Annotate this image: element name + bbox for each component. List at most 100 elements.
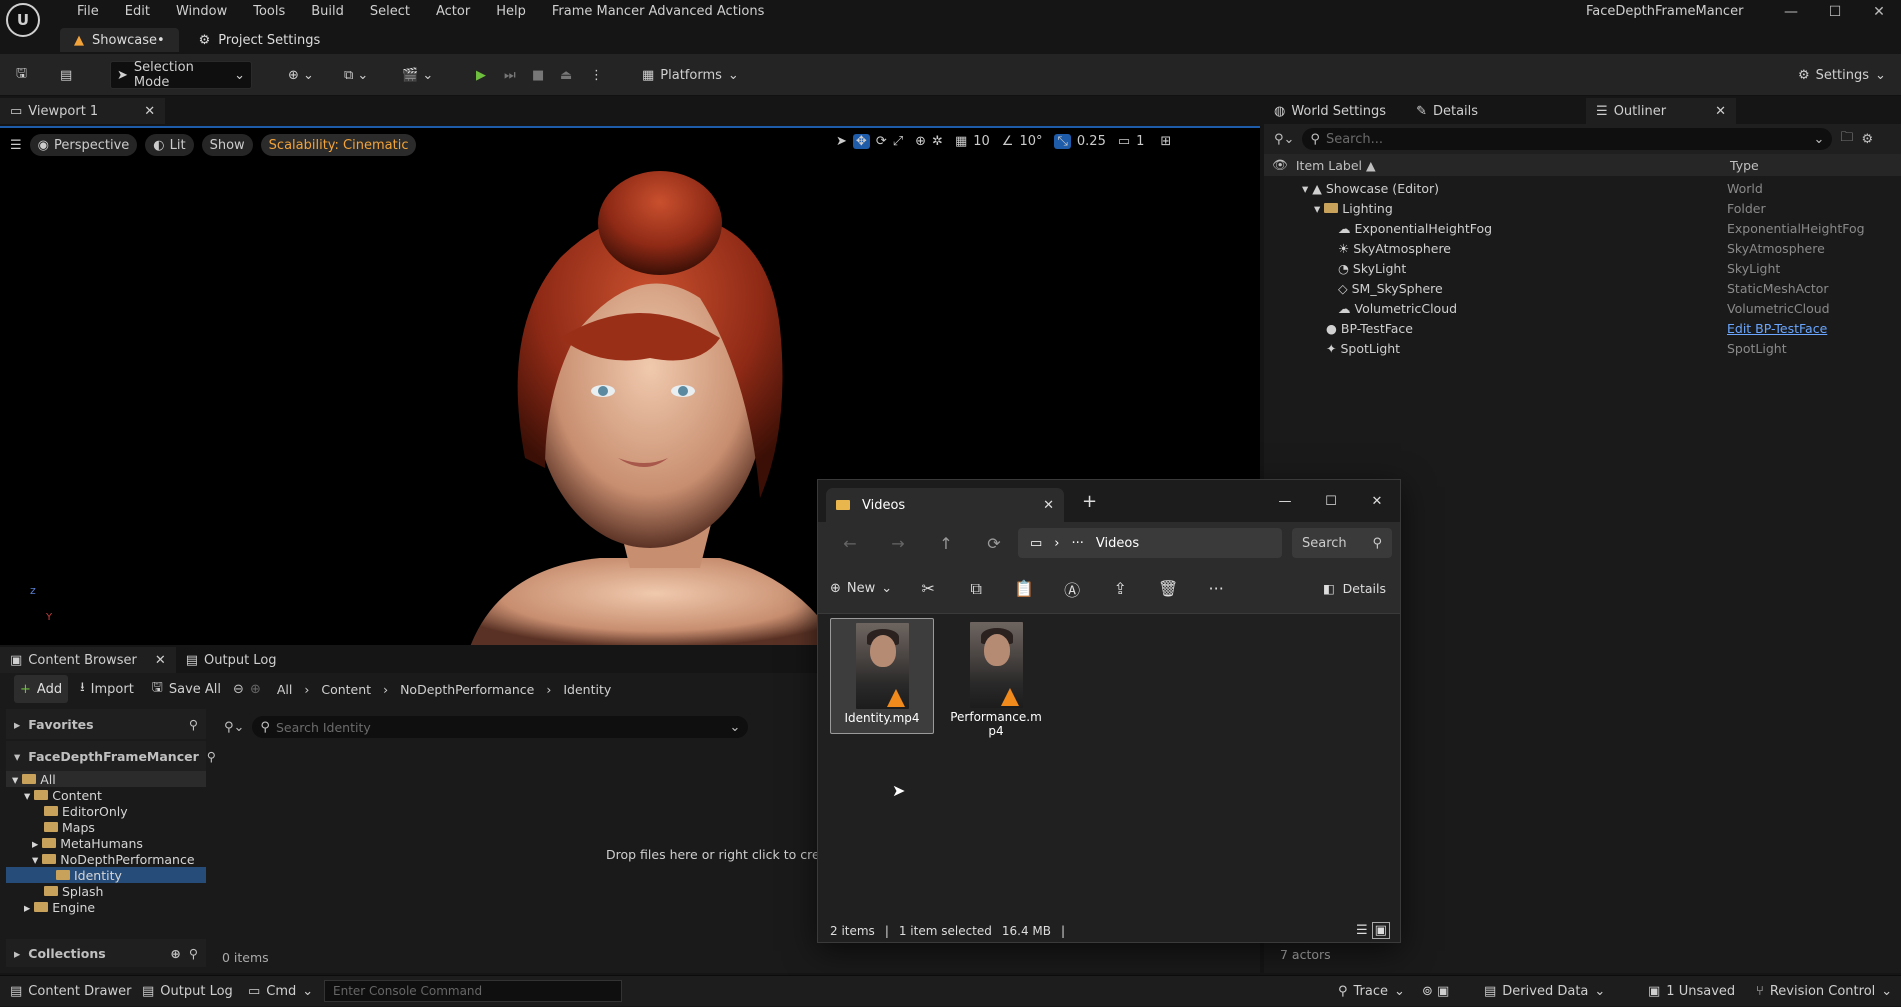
filter-icon[interactable]: ⚲⌄ xyxy=(1274,132,1294,147)
up-arrow-icon[interactable]: ↑ xyxy=(922,534,970,553)
angle-snap-icon[interactable]: ∠ xyxy=(1002,134,1014,149)
edit-blueprint-link[interactable]: Edit BP-TestFace xyxy=(1727,321,1827,336)
eject-button[interactable]: ⏏ xyxy=(554,61,578,89)
delete-icon[interactable]: 🗑 xyxy=(1144,579,1192,598)
unreal-logo-icon[interactable]: U xyxy=(6,3,40,37)
tree-item-nodepthperformance[interactable]: ▾ NoDepthPerformance xyxy=(6,851,206,867)
column-type[interactable]: Type xyxy=(1730,158,1759,173)
trace-dropdown[interactable]: ⚲ Trace ⌄ xyxy=(1338,976,1405,1007)
rotate-tool-icon[interactable]: ⟳ xyxy=(876,134,887,149)
favorites-section[interactable]: ▸ Favorites ⚲ xyxy=(6,709,206,739)
breadcrumb-item[interactable]: NoDepthPerformance xyxy=(400,682,534,697)
visibility-icon[interactable]: 👁 xyxy=(1272,157,1288,173)
forward-arrow-icon[interactable]: → xyxy=(874,534,922,553)
search-icon[interactable]: ⚲ xyxy=(207,749,216,764)
scale-tool-icon[interactable]: ⤢ xyxy=(893,134,903,149)
tab-content-browser[interactable]: ▣ Content Browser ✕ xyxy=(0,647,176,673)
outliner-row[interactable]: ◔ SkyLight SkyLight xyxy=(1264,258,1901,278)
tree-item-splash[interactable]: Splash xyxy=(6,883,206,899)
camera-speed-value[interactable]: 1 xyxy=(1136,134,1144,149)
tree-item-maps[interactable]: Maps xyxy=(6,819,206,835)
show-button[interactable]: Show xyxy=(201,134,253,156)
layout-icon[interactable]: ⊞ xyxy=(1160,134,1171,149)
translate-tool-icon[interactable]: ✥ xyxy=(852,134,870,149)
explorer-search[interactable]: Search ⚲ xyxy=(1292,528,1392,558)
tree-item-all[interactable]: ▾ All xyxy=(6,771,206,787)
search-icon[interactable]: ⚲ xyxy=(189,946,198,961)
new-tab-icon[interactable]: + xyxy=(1082,491,1097,512)
save-all-button[interactable]: 🖫 Save All xyxy=(146,675,227,703)
outliner-row[interactable]: ◇ SM_SkySphere StaticMeshActor xyxy=(1264,278,1901,298)
tab-viewport[interactable]: ▭ Viewport 1 ✕ xyxy=(0,98,166,124)
cut-icon[interactable]: ✂ xyxy=(904,579,952,598)
world-local-icon[interactable]: ⊕ xyxy=(915,134,926,149)
menu-select[interactable]: Select xyxy=(357,4,423,19)
camera-speed-icon[interactable]: ▭ xyxy=(1118,134,1130,149)
minimize-icon[interactable]: — xyxy=(1769,0,1813,24)
blueprint-button[interactable]: ⧉ ⌄ xyxy=(338,61,374,89)
search-icon[interactable]: ⚲ xyxy=(189,717,198,732)
maximize-icon[interactable]: ☐ xyxy=(1813,0,1857,24)
explorer-tab-videos[interactable]: Videos ✕ xyxy=(826,488,1064,522)
cinematics-button[interactable]: 🎬 ⌄ xyxy=(396,61,439,89)
surface-snap-icon[interactable]: ✲ xyxy=(932,134,943,149)
back-arrow-icon[interactable]: ← xyxy=(826,534,874,553)
forward-icon[interactable]: ⊕ xyxy=(250,682,261,697)
outliner-row[interactable]: ● BP-TestFace Edit BP-TestFace xyxy=(1264,318,1901,338)
grid-value[interactable]: 10 xyxy=(973,134,990,149)
tab-project-settings[interactable]: ⚙ Project Settings xyxy=(185,28,335,52)
scale-snap-icon[interactable]: ⤡ xyxy=(1054,134,1071,149)
menu-build[interactable]: Build xyxy=(298,4,357,19)
console-input[interactable]: Enter Console Command xyxy=(324,980,622,1002)
tab-details[interactable]: ✎ Details xyxy=(1406,98,1488,124)
details-button[interactable]: ◧ Details xyxy=(1323,581,1386,596)
derived-data-dropdown[interactable]: ▤ Derived Data ⌄ xyxy=(1484,976,1605,1007)
outliner-row[interactable]: ✦ SpotLight SpotLight xyxy=(1264,338,1901,358)
menu-help[interactable]: Help xyxy=(483,4,539,19)
add-folder-icon[interactable]: 🗀 xyxy=(1840,128,1853,150)
breadcrumb-item[interactable]: All xyxy=(277,682,293,697)
close-icon[interactable]: ✕ xyxy=(1715,104,1726,119)
copy-icon[interactable]: ⧉ xyxy=(952,579,1000,599)
settings-dropdown[interactable]: ⚙ Settings ⌄ xyxy=(1792,61,1892,89)
close-icon[interactable]: ✕ xyxy=(1354,494,1400,509)
unsaved-button[interactable]: ▣ 1 Unsaved xyxy=(1648,976,1735,1007)
close-icon[interactable]: ✕ xyxy=(155,653,166,668)
more-options-icon[interactable]: ⋮ xyxy=(584,61,609,89)
hamburger-menu-icon[interactable]: ☰ xyxy=(10,138,22,153)
back-icon[interactable]: ⊖ xyxy=(233,682,244,697)
menu-actor[interactable]: Actor xyxy=(423,4,483,19)
revision-control-dropdown[interactable]: ⑂ Revision Control ⌄ xyxy=(1756,976,1892,1007)
gear-icon[interactable]: ⚙ xyxy=(1861,132,1873,147)
stop-button[interactable]: ■ xyxy=(526,61,550,89)
tab-output-log[interactable]: ▤ Output Log xyxy=(176,647,287,673)
lit-button[interactable]: ◐ Lit xyxy=(145,134,194,156)
new-button[interactable]: ⊕ New ⌄ xyxy=(830,581,892,596)
file-performance[interactable]: Performance.mp4 xyxy=(944,618,1048,748)
angle-value[interactable]: 10° xyxy=(1019,134,1042,149)
tree-item-engine[interactable]: ▸ Engine xyxy=(6,899,206,915)
more-icon[interactable]: ··· xyxy=(1192,579,1240,598)
menu-file[interactable]: File xyxy=(64,4,112,19)
browse-icon[interactable]: ▤ xyxy=(54,61,78,89)
collections-section[interactable]: ▸ Collections ⊕ ⚲ xyxy=(6,939,206,967)
scale-value[interactable]: 0.25 xyxy=(1077,134,1106,149)
menu-frame-mancer[interactable]: Frame Mancer Advanced Actions xyxy=(539,4,778,19)
tree-item-content[interactable]: ▾ Content xyxy=(6,787,206,803)
menu-window[interactable]: Window xyxy=(163,4,240,19)
close-icon[interactable]: ✕ xyxy=(1857,0,1901,24)
platforms-dropdown[interactable]: ▦ Platforms ⌄ xyxy=(636,61,745,89)
save-icon[interactable]: 🖫 xyxy=(10,61,33,89)
outliner-row[interactable]: ☁ ExponentialHeightFog ExponentialHeightF… xyxy=(1264,218,1901,238)
address-bar[interactable]: ▭ › ··· Videos xyxy=(1018,528,1282,558)
select-tool-icon[interactable]: ➤ xyxy=(836,134,847,149)
column-item-label[interactable]: Item Label ▲ xyxy=(1296,158,1376,173)
output-log-button[interactable]: ▤ Output Log xyxy=(142,976,233,1007)
cmd-dropdown[interactable]: ▭ Cmd ⌄ xyxy=(248,976,313,1007)
tab-outliner[interactable]: ☰ Outliner ✕ xyxy=(1586,98,1737,124)
outliner-row[interactable]: ▾ ▲ Showcase (Editor) World xyxy=(1264,178,1901,198)
breadcrumb-item[interactable]: Identity xyxy=(563,682,611,697)
outliner-search[interactable]: ⚲ Search... ⌄ xyxy=(1302,128,1833,150)
file-identity[interactable]: Identity.mp4 xyxy=(830,618,934,734)
maximize-icon[interactable]: ☐ xyxy=(1308,494,1354,509)
